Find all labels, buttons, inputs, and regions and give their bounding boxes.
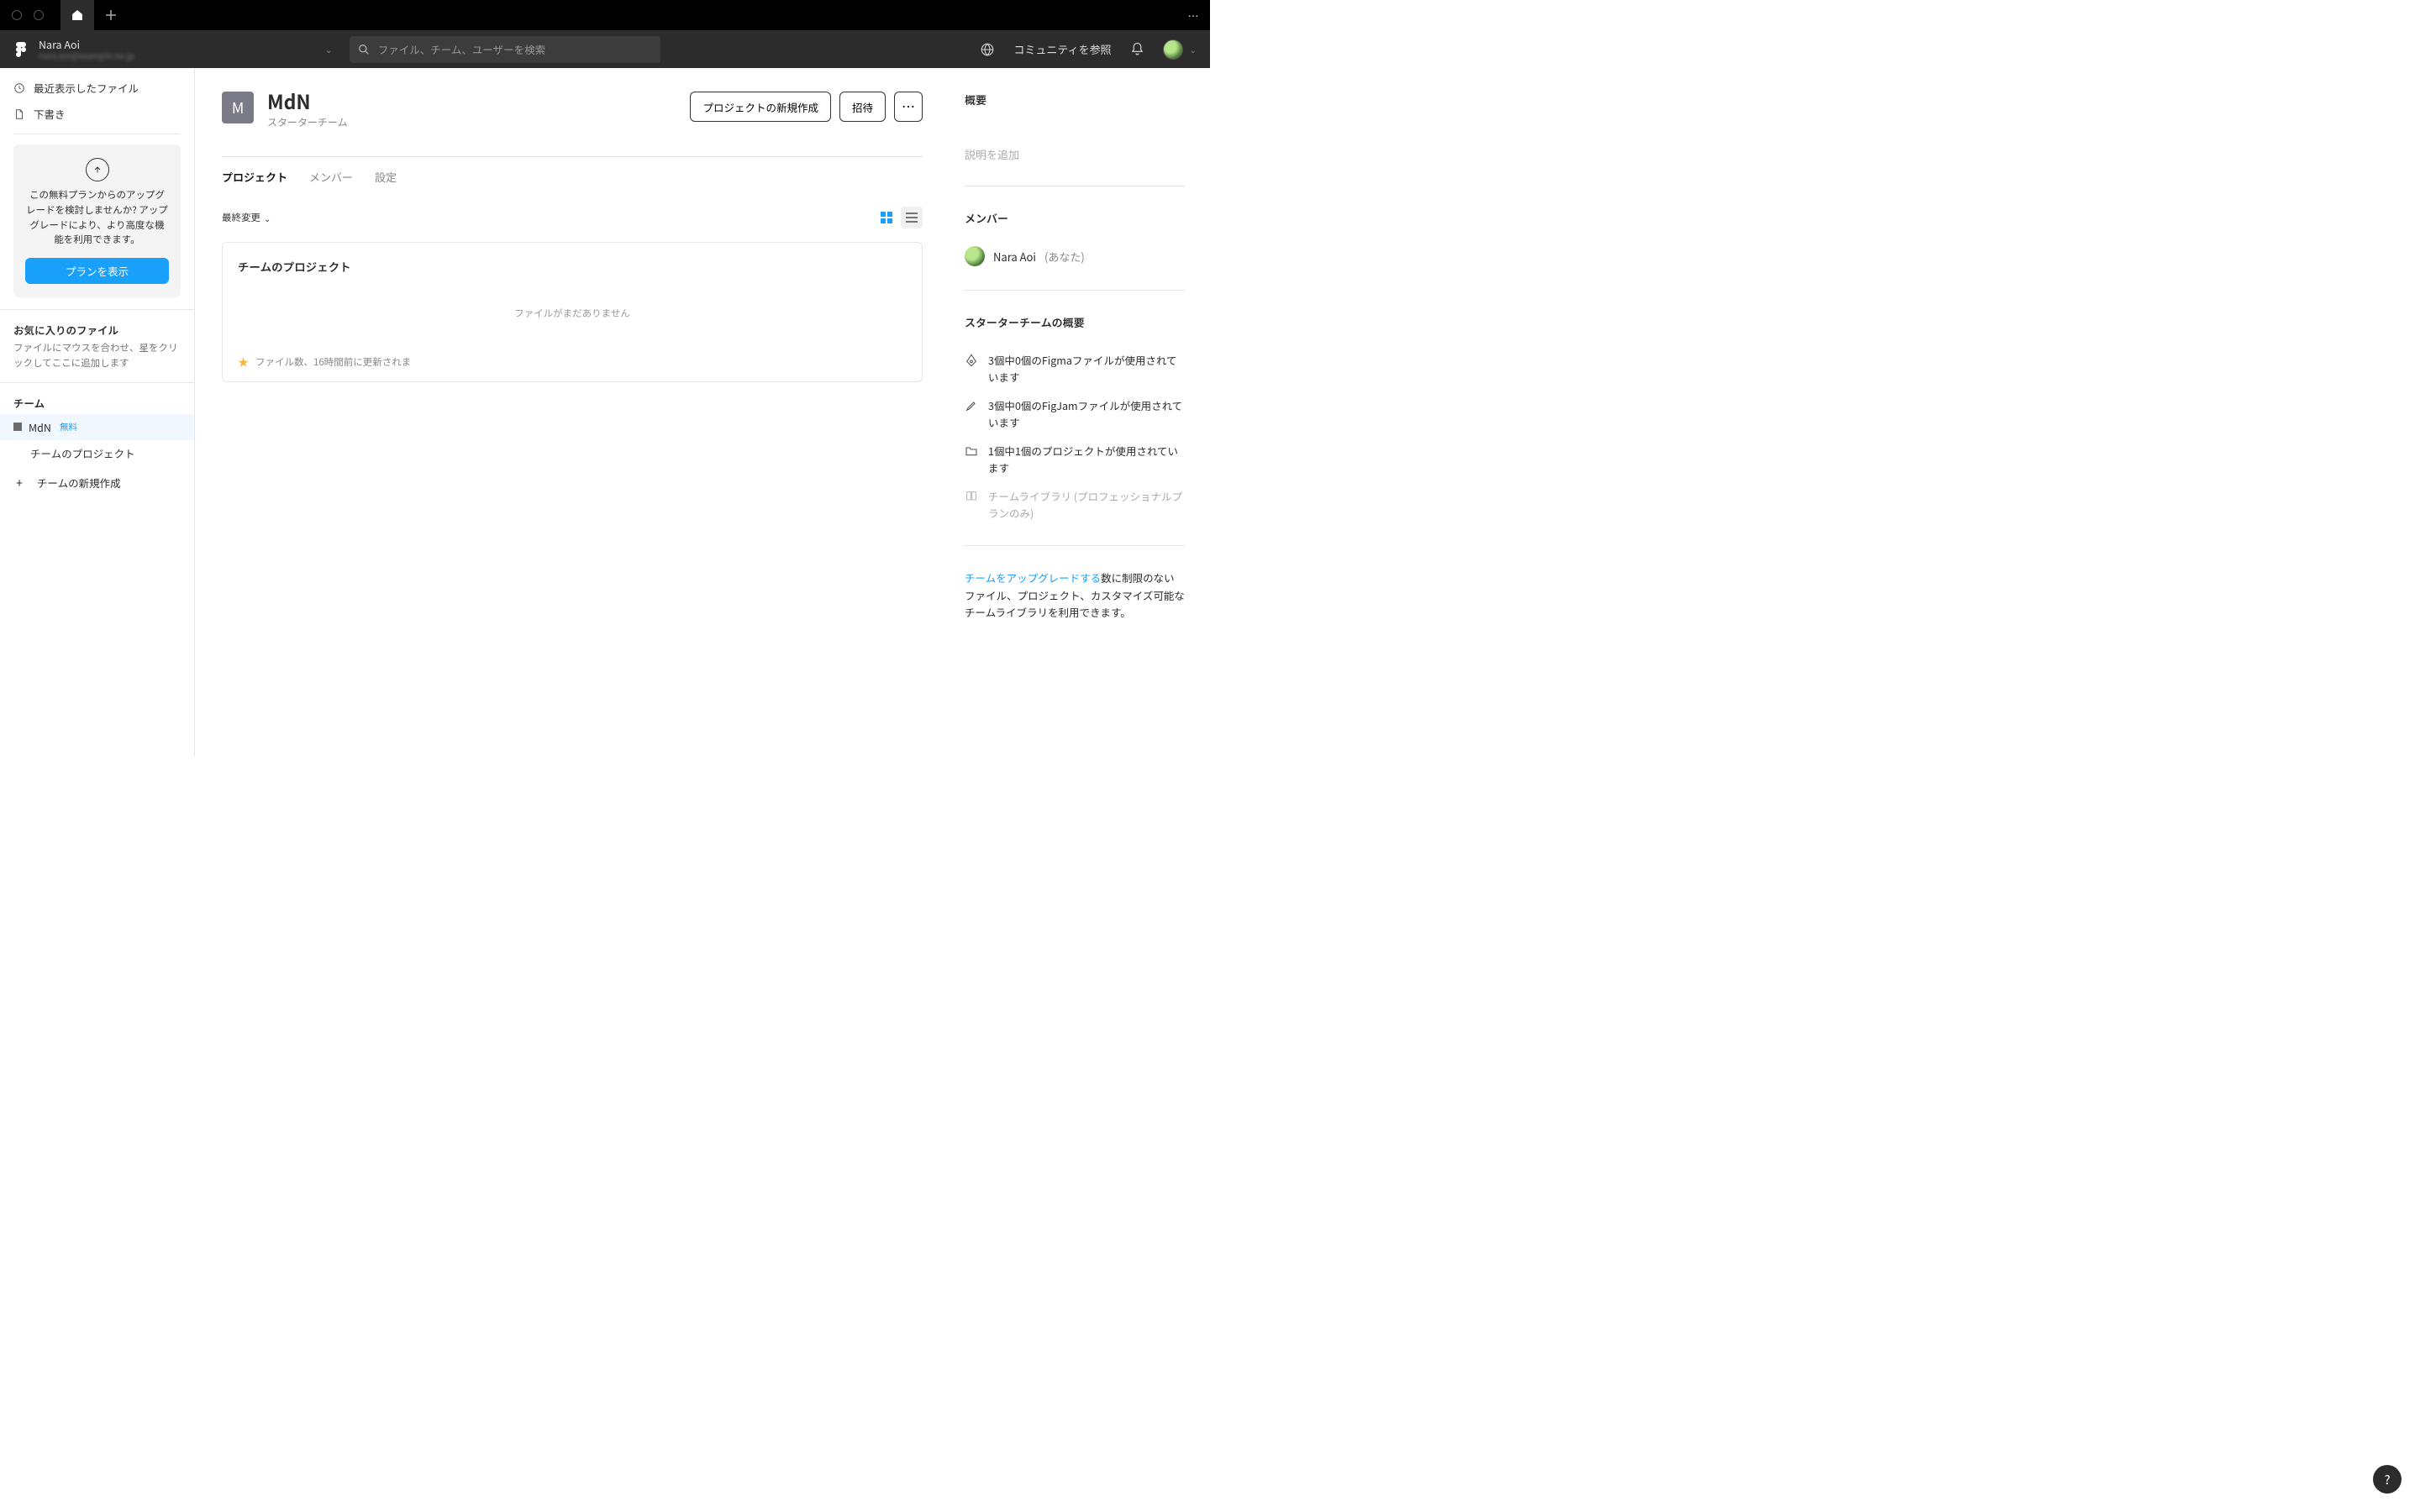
project-meta-text: ファイル数、16時間前に更新されま — [255, 355, 411, 369]
teams-head: チーム — [0, 383, 194, 414]
help-button[interactable]: ? — [2373, 1465, 2402, 1494]
sidebar-item-drafts[interactable]: 下書き — [0, 101, 194, 127]
usage-figjam: 3個中0個のFigJamファイルが使用されています — [965, 397, 1185, 431]
user-email: nara.aoi@example.ne.jp — [39, 50, 134, 60]
close-window-icon[interactable] — [12, 10, 22, 20]
sidebar-label: 最近表示したファイル — [34, 80, 139, 96]
content: M MdN スターターチーム プロジェクトの新規作成 招待 ⋯ プロジェクト メ… — [195, 68, 1210, 756]
usage-text: 3個中0個のFigmaファイルが使用されています — [988, 352, 1185, 386]
page-title: MdN — [267, 92, 348, 111]
search-icon — [358, 44, 370, 55]
member-row[interactable]: Nara Aoi (あなた) — [965, 246, 1185, 266]
upgrade-team-link[interactable]: チームをアップグレードする — [965, 570, 1101, 585]
window-controls — [0, 10, 44, 20]
search-placeholder: ファイル、チーム、ユーザーを検索 — [378, 41, 545, 57]
divider — [965, 290, 1185, 291]
project-card[interactable]: チームのプロジェクト ファイルがまだありません ★ ファイル数、16時間前に更新… — [222, 242, 923, 382]
upgrade-blurb: チームをアップグレードする数に制限のないファイル、プロジェクト、カスタマイズ可能… — [965, 570, 1185, 622]
team-avatar: M — [222, 92, 254, 123]
tabs: プロジェクト メンバー 設定 — [222, 169, 923, 185]
favorites-hint: ファイルにマウスを合わせ、星をクリックしてここに追加します — [0, 341, 194, 382]
upload-icon — [86, 158, 109, 181]
usage-text: 3個中0個のFigJamファイルが使用されています — [988, 397, 1185, 431]
more-button[interactable]: ⋯ — [894, 92, 923, 122]
globe-icon[interactable] — [980, 42, 995, 57]
chevron-down-icon: ⌄ — [264, 212, 271, 224]
avatar — [965, 246, 985, 266]
upgrade-text: この無料プランからのアップグレードを検討しませんか? アップグレードにより、より… — [25, 188, 169, 248]
new-team-button[interactable]: + チームの新規作成 — [0, 466, 194, 500]
search-input[interactable]: ファイル、チーム、ユーザーを検索 — [350, 36, 660, 63]
usage-projects: 1個中1個のプロジェクトが使用されています — [965, 443, 1185, 476]
folder-icon — [965, 444, 978, 458]
sidebar: 最近表示したファイル 下書き この無料プランからのアップグレードを検討しませんか… — [0, 68, 195, 756]
sidebar-team-mdn[interactable]: MdN 無料 — [0, 414, 194, 440]
empty-state: ファイルがまだありません — [238, 307, 907, 320]
team-name: MdN — [29, 419, 51, 435]
tab-home[interactable] — [60, 0, 94, 30]
grid-icon — [881, 212, 892, 223]
list-icon — [906, 212, 918, 223]
members-head: メンバー — [965, 210, 1185, 226]
star-icon[interactable]: ★ — [238, 354, 249, 370]
plus-icon — [106, 10, 116, 20]
plan-badge: 無料 — [60, 421, 77, 433]
chevron-down-icon[interactable]: ⌄ — [139, 43, 333, 56]
book-icon — [965, 490, 978, 503]
avatar[interactable] — [1163, 39, 1183, 60]
right-panel: 概要 説明を追加 メンバー Nara Aoi (あなた) スターターチームの概要… — [965, 92, 1185, 731]
usage-text: チームライブラリ (プロフェッショナルプランのみ) — [988, 488, 1185, 522]
file-icon — [13, 108, 25, 120]
minimize-window-icon[interactable] — [34, 10, 44, 20]
new-team-label: チームの新規作成 — [37, 475, 121, 491]
clock-icon — [13, 82, 25, 94]
home-icon — [71, 8, 84, 22]
figma-logo-icon[interactable] — [13, 42, 29, 57]
starter-head: スターターチームの概要 — [965, 314, 1185, 330]
tab-members[interactable]: メンバー — [309, 169, 353, 185]
sidebar-project-link[interactable]: チームのプロジェクト — [0, 440, 194, 466]
invite-button[interactable]: 招待 — [839, 92, 886, 122]
usage-figma: 3個中0個のFigmaファイルが使用されています — [965, 352, 1185, 386]
description-placeholder[interactable]: 説明を追加 — [965, 146, 1185, 162]
overview-head: 概要 — [965, 92, 1185, 108]
member-name: Nara Aoi — [993, 249, 1036, 265]
view-list-button[interactable] — [901, 207, 923, 228]
divider — [965, 545, 1185, 546]
upgrade-card: この無料プランからのアップグレードを検討しませんか? アップグレードにより、より… — [13, 144, 181, 297]
usage-text: 1個中1個のプロジェクトが使用されています — [988, 443, 1185, 476]
sidebar-item-recent[interactable]: 最近表示したファイル — [0, 75, 194, 101]
sidebar-label: 下書き — [34, 106, 66, 122]
divider — [222, 156, 923, 157]
tab-settings[interactable]: 設定 — [375, 169, 397, 185]
plus-icon: + — [13, 475, 25, 491]
view-grid-button[interactable] — [876, 207, 897, 228]
new-project-button[interactable]: プロジェクトの新規作成 — [690, 92, 831, 122]
project-name: チームのプロジェクト — [238, 258, 907, 275]
tab-bar: ⋯ — [0, 0, 1210, 30]
workspace-switcher[interactable]: Nara Aoi nara.aoi@example.ne.jp — [39, 39, 134, 60]
team-swatch-icon — [13, 423, 22, 431]
sort-label: 最終変更 — [222, 211, 260, 224]
community-link[interactable]: コミュニティを参照 — [1013, 41, 1111, 57]
usage-library: チームライブラリ (プロフェッショナルプランのみ) — [965, 488, 1185, 522]
new-tab-button[interactable] — [94, 0, 128, 30]
sort-dropdown[interactable]: 最終変更 ⌄ — [222, 211, 271, 224]
page-subtitle: スターターチーム — [267, 115, 348, 129]
bell-icon[interactable] — [1130, 42, 1144, 56]
marker-icon — [965, 399, 978, 412]
member-you: (あなた) — [1044, 249, 1085, 265]
pen-icon — [965, 354, 978, 367]
view-plans-button[interactable]: プランを表示 — [25, 258, 169, 284]
tabbar-overflow-button[interactable]: ⋯ — [1176, 0, 1210, 30]
header: Nara Aoi nara.aoi@example.ne.jp ⌄ ファイル、チ… — [0, 30, 1210, 68]
tab-projects[interactable]: プロジェクト — [222, 169, 287, 185]
favorites-head: お気に入りのファイル — [0, 310, 194, 341]
chevron-down-icon[interactable]: ⌄ — [1190, 43, 1197, 55]
